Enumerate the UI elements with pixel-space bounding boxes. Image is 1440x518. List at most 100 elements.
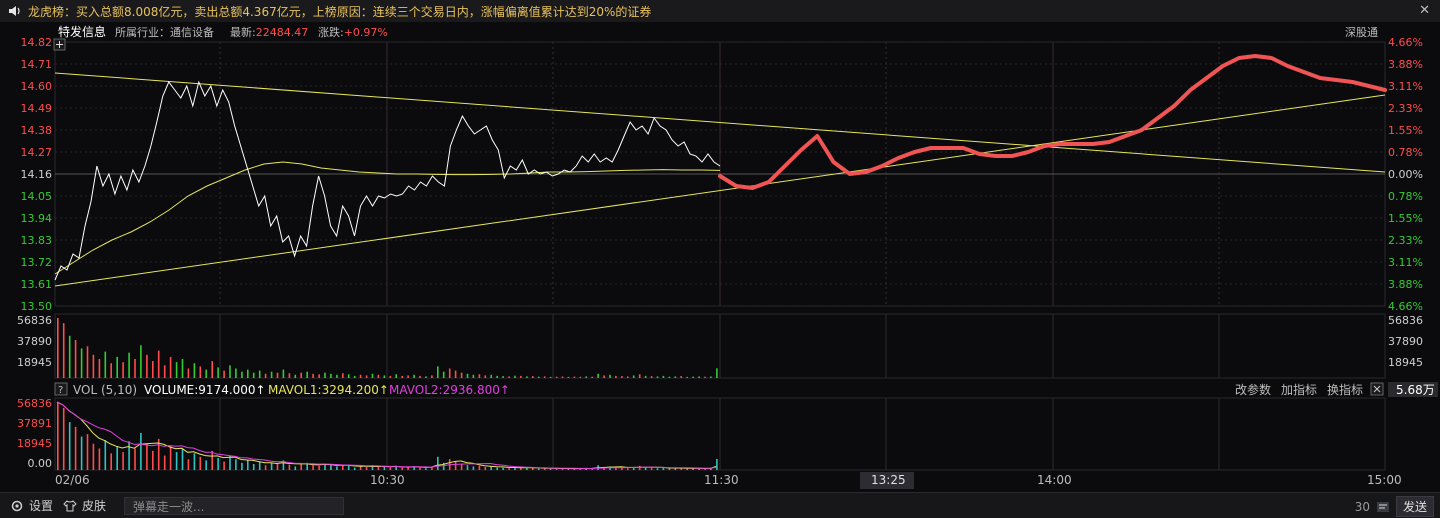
- vol-indicator-bar: [347, 465, 350, 470]
- volume-bar: [579, 376, 582, 378]
- vol-indicator-bar: [650, 467, 653, 470]
- volume-bar: [252, 372, 255, 378]
- volume-bar: [478, 374, 481, 378]
- volume-bar: [217, 367, 219, 378]
- volume-bar: [585, 376, 587, 378]
- send-button[interactable]: 发送: [1395, 496, 1434, 517]
- time-1030: 10:30: [370, 473, 405, 487]
- volume-bar: [573, 376, 576, 378]
- volume-tick-left: 18945: [17, 356, 52, 369]
- volume-bar: [365, 375, 368, 378]
- close-icon[interactable]: ✕: [1419, 3, 1430, 18]
- vol-indicator-bar: [419, 467, 421, 470]
- volume-bar: [484, 375, 487, 378]
- volume-bar: [342, 373, 344, 378]
- time-1400: 14:00: [1037, 473, 1072, 487]
- vol-indicator-bar: [389, 467, 392, 470]
- modify-params-button[interactable]: 改参数: [1235, 382, 1271, 397]
- volume-bar: [294, 374, 297, 378]
- vol-indicator-bar: [140, 432, 142, 470]
- volume-bar: [448, 368, 451, 378]
- vol-indicator-bar: [312, 465, 314, 470]
- bottom-toolbar: 设置 皮肤 弹幕走一波... 30 发送: [0, 492, 1440, 518]
- volume-tick-left: 37890: [17, 335, 52, 348]
- vol-indicator-name: VOL (5,10): [73, 383, 137, 397]
- price-tick: 14.82: [21, 36, 53, 49]
- volume-bar: [425, 376, 427, 378]
- volume-bar: [395, 374, 397, 378]
- volume-bar: [638, 374, 641, 378]
- volume-bar: [258, 370, 261, 378]
- vol-indicator-bar: [478, 465, 481, 470]
- volume-bar: [698, 376, 700, 378]
- vol-indicator-bar: [128, 441, 130, 470]
- mavol2-value: MAVOL2:2936.800↑: [389, 383, 510, 397]
- volume-tick-right: 56836: [1388, 314, 1423, 327]
- vol-indicator-bar: [258, 461, 261, 470]
- settings-button[interactable]: 设置: [10, 497, 53, 514]
- volume-bar: [442, 371, 445, 378]
- vol-indicator-bar: [116, 446, 118, 470]
- crosshair-plus-icon[interactable]: [53, 38, 66, 51]
- volume-bar: [288, 373, 291, 378]
- volume-bar: [62, 323, 65, 378]
- volume-bar: [235, 368, 237, 378]
- vol-indicator-bar: [526, 468, 528, 470]
- volume-bar: [627, 376, 629, 378]
- exchange-label: 深股通: [1345, 26, 1378, 39]
- volume-bar: [644, 375, 647, 378]
- volume-bar: [609, 374, 611, 378]
- vol-indicator-bar: [193, 453, 196, 470]
- volume-bar: [347, 374, 350, 378]
- time-1500: 15:00: [1367, 473, 1402, 487]
- vol-indicator-bar: [252, 464, 255, 470]
- volume-bar: [110, 363, 112, 378]
- volume-bar: [686, 376, 688, 378]
- vol-indicator-bar: [638, 465, 641, 470]
- vol-indicator-bar: [496, 467, 498, 470]
- volume-bar: [80, 348, 83, 378]
- intraday-chart[interactable]: 特发信息 所属行业：通信设备 最新:22484.47 涨跌:+0.97% 深股通…: [0, 22, 1440, 492]
- volume-bar: [74, 340, 77, 378]
- vol-indicator-bar: [104, 440, 107, 470]
- price-tick: 14.49: [21, 102, 53, 115]
- percent-tick: 1.55%: [1388, 124, 1423, 137]
- stock-tab[interactable]: 特发信息: [58, 24, 106, 39]
- danmu-count: 30: [1354, 499, 1370, 514]
- volume-bar: [264, 373, 267, 378]
- volume-bar: [134, 359, 136, 378]
- volume-bar: [567, 376, 570, 378]
- volume-bar: [508, 376, 510, 378]
- volume-bar: [537, 376, 540, 378]
- dragon-tiger-notice: 龙虎榜：买入总额8.008亿元，卖出总额4.367亿元，上榜原因：连续三个交易日…: [28, 4, 652, 19]
- add-indicator-button[interactable]: 加指标: [1281, 382, 1317, 397]
- vol-indicator-bar: [187, 459, 190, 470]
- vol-indicator-bar: [537, 468, 540, 470]
- danmu-input[interactable]: 弹幕走一波...: [124, 496, 345, 515]
- percent-tick: 3.11%: [1388, 256, 1423, 269]
- date-label: 02/06: [55, 473, 90, 487]
- vol-indicator-bar: [241, 462, 243, 470]
- gear-icon: [11, 500, 23, 511]
- change-value: +0.97%: [344, 26, 388, 39]
- danmu-toggle-icon[interactable]: [1376, 500, 1390, 514]
- vol-indicator-bar: [152, 450, 154, 470]
- volume-bar: [466, 373, 469, 378]
- volume-bar: [460, 372, 463, 378]
- volume-bar: [181, 359, 184, 378]
- price-tick: 13.83: [21, 234, 53, 247]
- vol-indicator-bar: [359, 466, 362, 470]
- skin-button[interactable]: 皮肤: [63, 497, 106, 514]
- switch-indicator-button[interactable]: 换指标: [1327, 382, 1363, 397]
- percent-tick: 3.88%: [1388, 278, 1423, 291]
- volume-bar: [229, 365, 231, 378]
- vol-indicator-bar: [163, 455, 166, 470]
- volume-bar: [276, 372, 279, 378]
- volume-bar: [419, 375, 421, 378]
- volume-bar: [413, 374, 415, 378]
- volume-bar: [211, 361, 213, 378]
- volume-bar: [163, 365, 166, 378]
- vol-indicator-bar: [205, 460, 207, 470]
- volume-bar: [561, 376, 564, 378]
- vol-indicator-bar: [318, 465, 320, 470]
